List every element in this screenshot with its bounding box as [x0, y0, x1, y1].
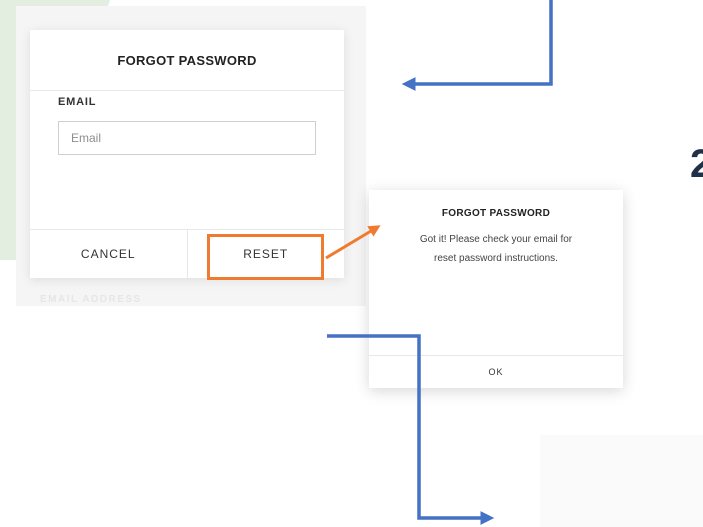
message-line: reset password instructions. — [434, 253, 558, 264]
divider — [30, 90, 344, 91]
background-faded-label: EMAIL ADDRESS — [40, 294, 142, 305]
confirmation-dialog: FORGOT PASSWORD Got it! Please check you… — [369, 190, 623, 388]
step-number: 2 — [690, 142, 703, 186]
dialog-footer: OK — [369, 355, 623, 388]
email-label: EMAIL — [58, 96, 97, 108]
email-input[interactable] — [58, 121, 316, 155]
dialog-title: FORGOT PASSWORD — [441, 208, 551, 219]
background-light-block — [540, 435, 703, 527]
message-line: Got it! Please check your email for — [419, 234, 573, 245]
cancel-button[interactable]: CANCEL — [30, 230, 187, 278]
dialog-title: FORGOT PASSWORD — [117, 52, 257, 68]
reset-highlight-box — [207, 234, 324, 280]
confirmation-message: Got it! Please check your email for rese… — [379, 230, 613, 268]
ok-button[interactable]: OK — [369, 356, 623, 388]
arrow-left-icon — [401, 0, 553, 91]
